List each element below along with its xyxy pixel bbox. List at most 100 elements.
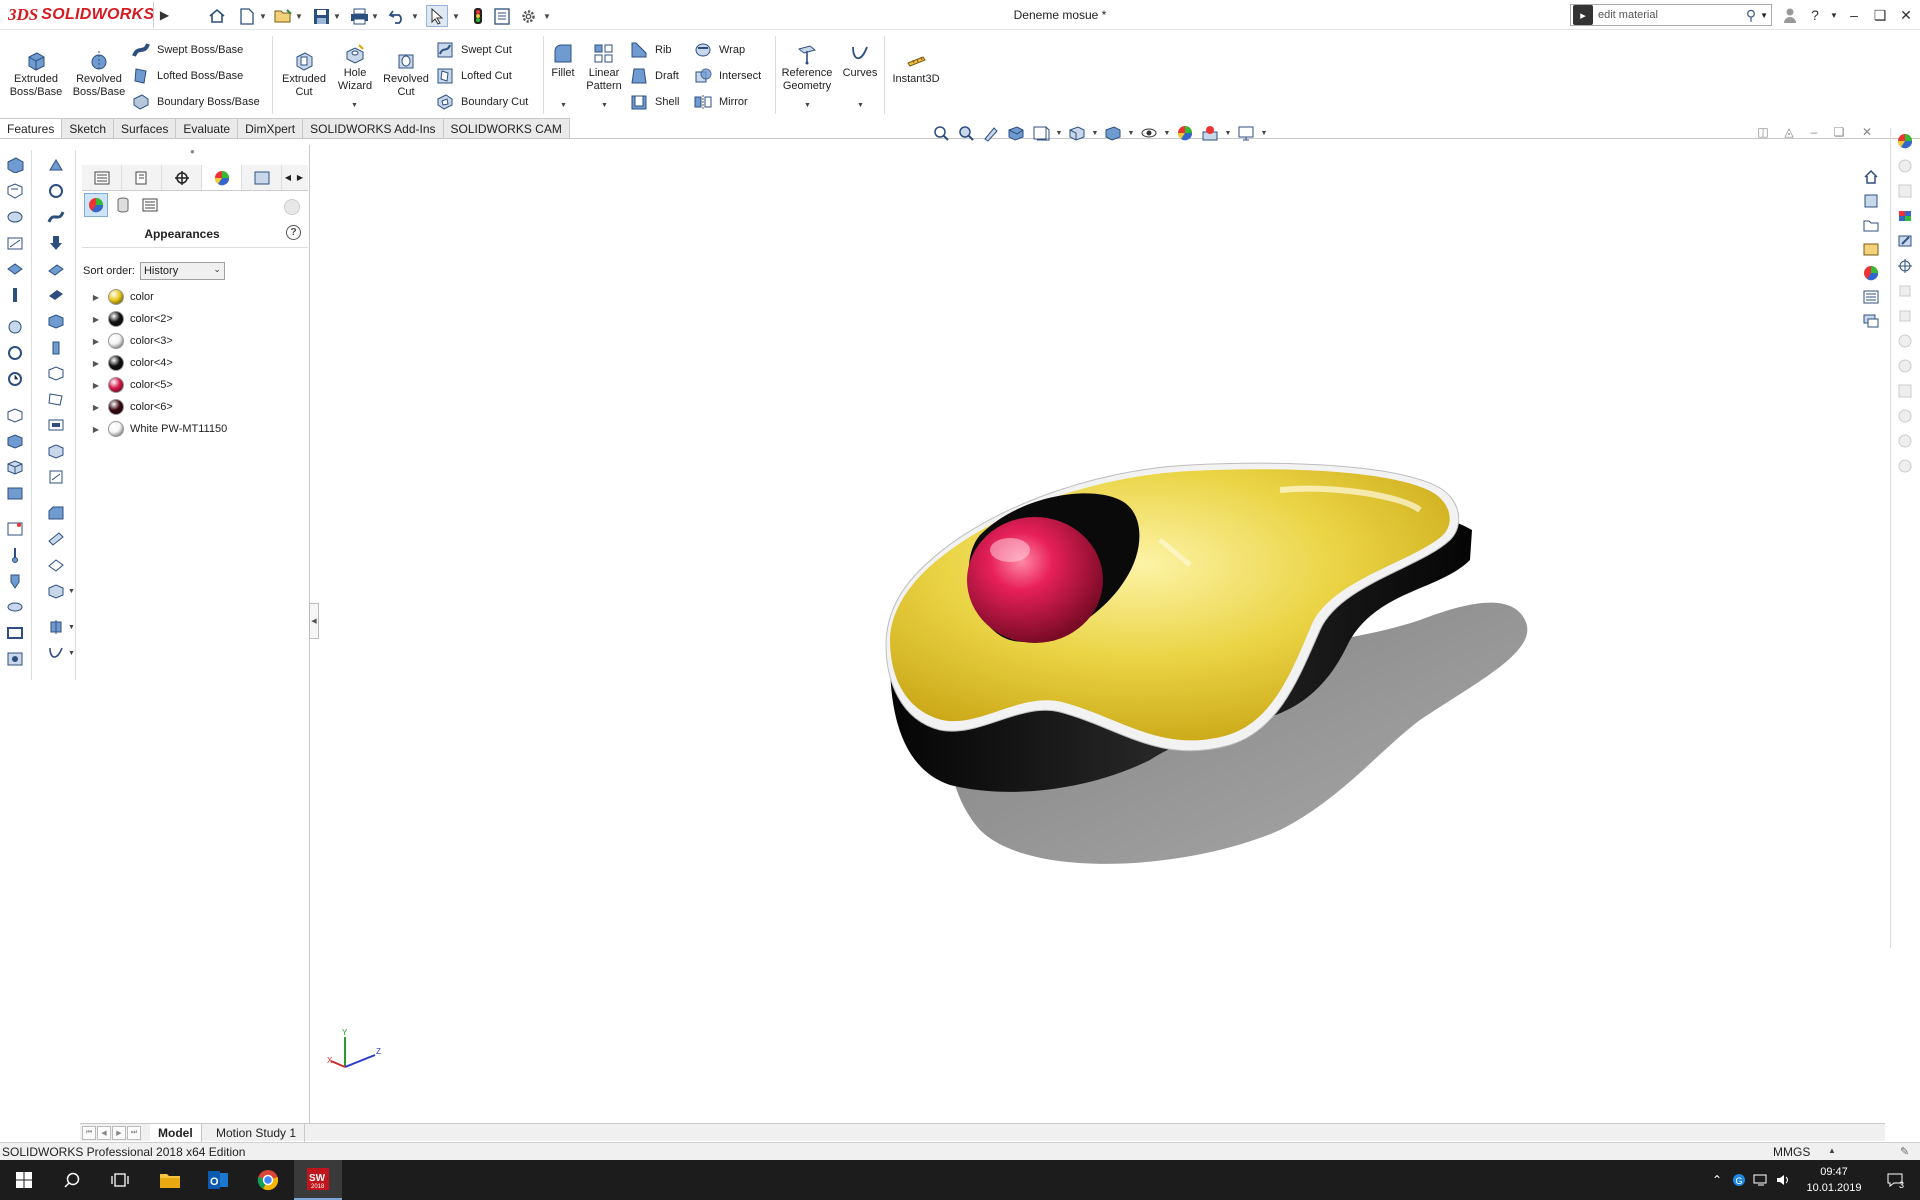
slot-icon[interactable]	[44, 414, 68, 436]
instant3d-button[interactable]: Instant3D	[886, 48, 946, 86]
swept-cut-button[interactable]: Swept Cut	[436, 40, 512, 60]
wrap-button[interactable]: Wrap	[694, 40, 745, 60]
panel-grip-icon[interactable]: ●	[190, 147, 195, 156]
curves-dropdown-icon[interactable]: ▼	[857, 102, 864, 109]
expand-arrow-icon[interactable]: ▶	[88, 425, 104, 434]
plane-offset-icon[interactable]	[44, 284, 68, 306]
network-icon[interactable]	[1752, 1171, 1770, 1189]
search-dropdown-icon[interactable]: ▼	[1760, 11, 1768, 20]
print-icon[interactable]	[348, 5, 370, 27]
rebuild-status-icon[interactable]: ✎	[1900, 1145, 1909, 1158]
tabs-scroll-right-icon[interactable]: ▶	[294, 165, 306, 190]
fillet-dropdown-icon[interactable]: ▼	[560, 102, 567, 109]
intersect-button[interactable]: Intersect	[694, 66, 761, 86]
chamfer-icon[interactable]	[44, 502, 68, 524]
swept-boss-button[interactable]: Swept Boss/Base	[132, 40, 243, 60]
tool-crib-icon[interactable]	[3, 482, 27, 504]
expand-arrow-icon[interactable]: ▶	[88, 315, 104, 324]
hide-show-items-icon[interactable]	[1138, 122, 1160, 144]
expand-arrow-icon[interactable]: ▶	[88, 293, 104, 302]
tile-left-icon[interactable]: ◫	[1752, 122, 1774, 142]
expand-arrow-icon[interactable]: ▶	[88, 381, 104, 390]
solidworks-logo[interactable]: 3DS SOLIDWORKS	[8, 3, 154, 27]
new-dropdown-icon[interactable]: ▼	[258, 5, 268, 27]
fillet-button[interactable]: Fillet	[548, 42, 578, 80]
file-explorer-taskbar-icon[interactable]	[146, 1160, 194, 1200]
edit-material-icon[interactable]	[1891, 228, 1919, 253]
magnifier-icon[interactable]: ⚲	[1746, 7, 1756, 24]
first-tab-icon[interactable]: ⏮	[82, 1126, 96, 1140]
forum-icon[interactable]	[1860, 309, 1882, 333]
edge-break-icon[interactable]	[44, 528, 68, 550]
design-library-icon[interactable]	[1860, 213, 1882, 237]
property-manager-tab-icon[interactable]	[122, 165, 162, 190]
tab-surfaces[interactable]: Surfaces	[114, 118, 177, 138]
rib-button[interactable]: Rib	[630, 40, 672, 60]
feature-recognition-icon[interactable]	[3, 232, 27, 254]
menu-expand-arrow-icon[interactable]: ▶	[153, 2, 175, 28]
sort-order-select[interactable]: History ⌄	[139, 262, 225, 280]
tile-right-icon[interactable]: ◬	[1778, 122, 1800, 142]
post-process-icon[interactable]	[3, 404, 27, 426]
previous-view-icon[interactable]	[980, 122, 1002, 144]
restore-window-icon[interactable]: ❏	[1868, 4, 1892, 26]
undo-dropdown-icon[interactable]: ▼	[410, 5, 420, 27]
arrow-down-icon[interactable]	[44, 232, 68, 254]
mirror-button[interactable]: Mirror	[694, 92, 748, 112]
hole-wizard-button[interactable]: Hole Wizard	[332, 42, 378, 93]
stock-icon[interactable]	[3, 154, 27, 176]
open-document-icon[interactable]	[272, 5, 294, 27]
engrave-icon[interactable]	[44, 440, 68, 462]
custom-properties-icon[interactable]	[1860, 285, 1882, 309]
lofted-boss-button[interactable]: Lofted Boss/Base	[132, 66, 243, 86]
chrome-taskbar-icon[interactable]	[244, 1160, 292, 1200]
toolpath-icon[interactable]	[3, 258, 27, 280]
tab-evaluate[interactable]: Evaluate	[176, 118, 239, 138]
expand-arrow-icon[interactable]: ▶	[88, 337, 104, 346]
curve-icon[interactable]	[44, 642, 68, 664]
scene-dropdown-icon[interactable]: ▼	[1224, 130, 1232, 137]
last-tab-icon[interactable]: ⏭	[127, 1126, 141, 1140]
process-icon[interactable]	[3, 430, 27, 452]
axis-icon[interactable]	[44, 616, 68, 638]
reference-geometry-button[interactable]: Reference Geometry	[778, 42, 836, 93]
pocket-icon[interactable]	[44, 362, 68, 384]
options-gear-icon[interactable]	[517, 5, 539, 27]
loft-icon[interactable]	[44, 388, 68, 410]
home-icon[interactable]	[206, 5, 228, 27]
minimize-window-icon[interactable]: –	[1842, 4, 1866, 26]
face-icon[interactable]	[44, 554, 68, 576]
units-dropdown-icon[interactable]: ▲	[1828, 1146, 1836, 1155]
tray-app-icon[interactable]: G	[1730, 1171, 1748, 1189]
solidworks-taskbar-icon[interactable]: SW 2018	[294, 1160, 342, 1200]
probe-icon[interactable]	[3, 544, 27, 566]
tab-addins[interactable]: SOLIDWORKS Add-Ins	[303, 118, 444, 138]
appearance-item[interactable]: ▶ color<4>	[88, 352, 303, 374]
revolved-cut-button[interactable]: Revolved Cut	[380, 48, 432, 99]
view-settings-dropdown-icon[interactable]: ▼	[1260, 130, 1268, 137]
target-icon[interactable]	[1891, 253, 1919, 278]
display-style-icon[interactable]	[1102, 122, 1124, 144]
drill-icon[interactable]	[3, 284, 27, 306]
plane-icon[interactable]	[44, 258, 68, 280]
appearance-item[interactable]: ▶ color<6>	[88, 396, 303, 418]
bore-dropdown-icon[interactable]: ▼	[68, 588, 75, 595]
scenes-subtab-icon[interactable]	[111, 193, 135, 217]
viewport-minimize-icon[interactable]: –	[1803, 122, 1825, 142]
tab-model[interactable]: Model	[150, 1124, 202, 1142]
color-cube-icon[interactable]	[1891, 203, 1919, 228]
display-manager-tab-icon[interactable]	[202, 165, 242, 190]
tab-features[interactable]: Features	[0, 118, 63, 138]
view-orientation-icon[interactable]	[1066, 122, 1088, 144]
volume-icon[interactable]	[1774, 1171, 1792, 1189]
boss-icon[interactable]	[44, 336, 68, 358]
select-dropdown-icon[interactable]: ▼	[451, 5, 461, 27]
linear-pattern-button[interactable]: Linear Pattern	[584, 42, 624, 93]
cam-manager-tab-icon[interactable]	[242, 165, 282, 190]
cube-icon[interactable]	[3, 456, 27, 478]
new-document-icon[interactable]	[236, 5, 258, 27]
feature-manager-tab-icon[interactable]	[82, 165, 122, 190]
file-explorer-icon[interactable]	[1860, 237, 1882, 261]
appearance-item[interactable]: ▶ color<3>	[88, 330, 303, 352]
search-taskbar-icon[interactable]	[48, 1160, 96, 1200]
